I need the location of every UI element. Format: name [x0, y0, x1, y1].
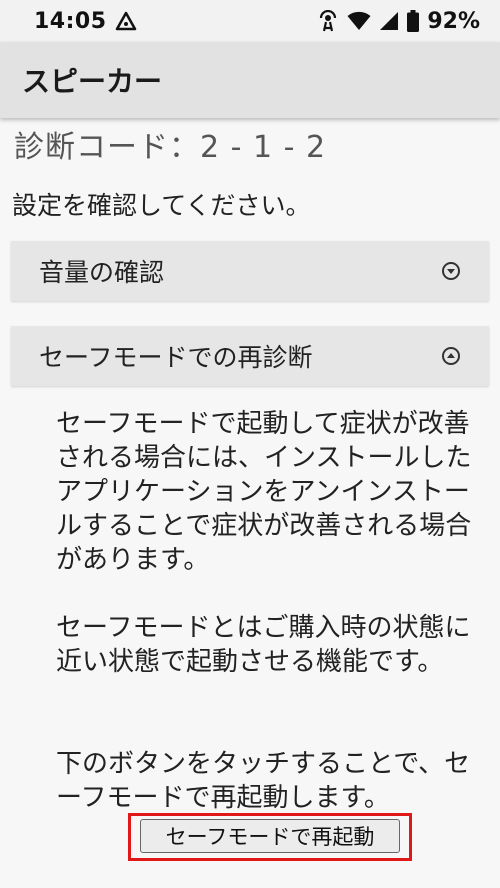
accordion-label: セーフモードでの再診断: [39, 343, 313, 372]
safe-mode-definition: セーフモードとはご購入時の状態に近い状態で起動させる機能です。: [56, 613, 471, 677]
status-icons: 92%: [317, 9, 480, 34]
wifi-icon: [347, 11, 371, 31]
battery-percentage: 92%: [427, 8, 480, 34]
signal-icon: [379, 11, 399, 31]
diagnosis-code: 診断コード：2 - 1 - 2: [14, 130, 327, 165]
app-bar: スピーカー: [0, 42, 500, 118]
hotspot-icon: [317, 10, 339, 32]
instruction-text: 設定を確認してください。: [12, 191, 311, 220]
status-time: 14:05: [34, 8, 107, 34]
battery-icon: [407, 10, 420, 32]
page-title: スピーカー: [22, 65, 163, 98]
restart-instruction: 下のボタンをタッチすることで、セーフモードで再起動します。: [56, 749, 471, 813]
safe-mode-description: セーフモードで起動して症状が改善される場合には、インストールしたアプリケーション…: [56, 409, 472, 575]
status-bar: 14:05 92%: [0, 0, 500, 42]
accordion-label: 音量の確認: [39, 258, 165, 287]
accordion-volume-check[interactable]: 音量の確認: [11, 241, 489, 301]
chevron-up-circle-icon: [441, 346, 461, 366]
accordion-safe-mode[interactable]: セーフモードでの再診断: [11, 326, 489, 386]
alert-triangle-icon: [115, 11, 137, 31]
chevron-down-circle-icon: [441, 261, 461, 281]
restart-safe-mode-button[interactable]: セーフモードで再起動: [140, 819, 400, 853]
